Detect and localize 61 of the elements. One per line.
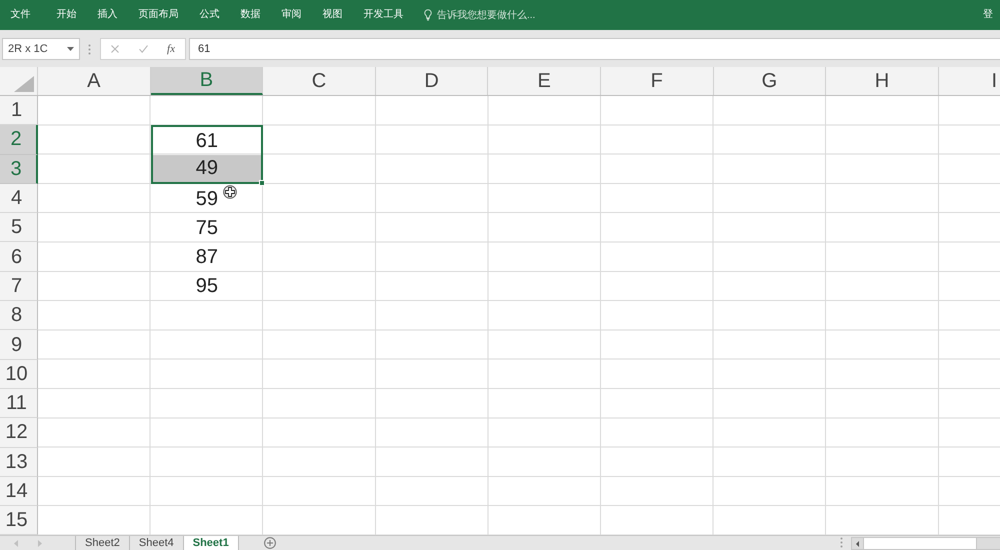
cell-value: 75 xyxy=(196,216,218,241)
column-header[interactable]: H xyxy=(826,67,939,95)
add-sheet-button[interactable] xyxy=(264,536,276,550)
cell-value: 59 xyxy=(196,186,218,212)
ribbon-tab[interactable]: 公式 xyxy=(189,0,230,30)
row-header[interactable]: 6 xyxy=(0,242,38,272)
triangle-icon xyxy=(14,76,34,92)
name-box[interactable]: 2R x 1C xyxy=(2,38,80,60)
cross-icon xyxy=(111,45,119,53)
row-header[interactable]: 15 xyxy=(0,506,38,536)
sheet-tab[interactable]: Sheet1 xyxy=(184,536,239,550)
ribbon-tab[interactable]: 审阅 xyxy=(271,0,312,30)
ribbon-tab[interactable]: 开发工具 xyxy=(353,0,414,30)
cell-value: 87 xyxy=(196,245,218,270)
ribbon-tab[interactable]: 文件 xyxy=(0,0,41,30)
row-header[interactable]: 10 xyxy=(0,360,38,389)
table-cell: 49 xyxy=(150,154,264,184)
column-header[interactable]: A xyxy=(38,67,151,95)
cell-value: 95 xyxy=(196,274,218,300)
scrollbar-thumb[interactable] xyxy=(863,538,977,549)
row-header[interactable]: 1 xyxy=(0,96,38,126)
check-icon xyxy=(138,45,148,53)
ribbon-tab[interactable]: 视图 xyxy=(312,0,353,30)
plus-cursor-icon xyxy=(223,185,237,199)
row-header[interactable]: 14 xyxy=(0,476,38,506)
column-header[interactable]: I xyxy=(938,67,1000,95)
select-all-button[interactable] xyxy=(0,67,38,95)
row-header[interactable]: 13 xyxy=(0,448,38,477)
right-triangle-icon xyxy=(38,540,42,547)
column-header[interactable]: B xyxy=(150,67,264,95)
vertical-dots-icon xyxy=(88,44,91,55)
caret-icon xyxy=(67,47,74,51)
row-header[interactable]: 11 xyxy=(0,388,38,418)
ribbon-tab[interactable]: 页面布局 xyxy=(128,0,189,30)
tell-me-field[interactable]: 告诉我您想要做什么... xyxy=(437,8,547,22)
ribbon-tab[interactable]: 数据 xyxy=(230,0,271,30)
column-header[interactable]: G xyxy=(714,67,826,95)
row-header[interactable]: 5 xyxy=(0,213,38,242)
vertical-dots-icon xyxy=(840,537,843,548)
row-header[interactable]: 9 xyxy=(0,330,38,360)
insert-function-button[interactable]: fx xyxy=(157,39,185,59)
row-header[interactable]: 8 xyxy=(0,301,38,330)
horizontal-scrollbar[interactable] xyxy=(851,537,1000,550)
plus-circle-icon xyxy=(264,537,276,550)
formula-field[interactable]: 61 xyxy=(189,38,1000,60)
lightbulb-icon xyxy=(424,9,432,21)
ribbon-tab[interactable]: 插入 xyxy=(87,0,128,30)
row-header[interactable]: 4 xyxy=(0,184,38,214)
row-header[interactable]: 3 xyxy=(0,154,38,184)
row-header[interactable]: 2 xyxy=(0,125,38,155)
column-header[interactable]: C xyxy=(263,67,376,95)
left-triangle-icon xyxy=(14,540,18,547)
row-header[interactable]: 7 xyxy=(0,272,38,302)
column-header[interactable]: E xyxy=(488,67,601,95)
column-header[interactable]: F xyxy=(600,67,714,95)
left-triangle-icon xyxy=(856,540,859,547)
sign-in-button[interactable]: 登 xyxy=(983,0,993,30)
column-header[interactable]: D xyxy=(376,67,488,95)
ribbon-tab[interactable]: 开始 xyxy=(46,0,87,30)
fill-handle[interactable] xyxy=(259,180,266,186)
row-header[interactable]: 12 xyxy=(0,418,38,448)
